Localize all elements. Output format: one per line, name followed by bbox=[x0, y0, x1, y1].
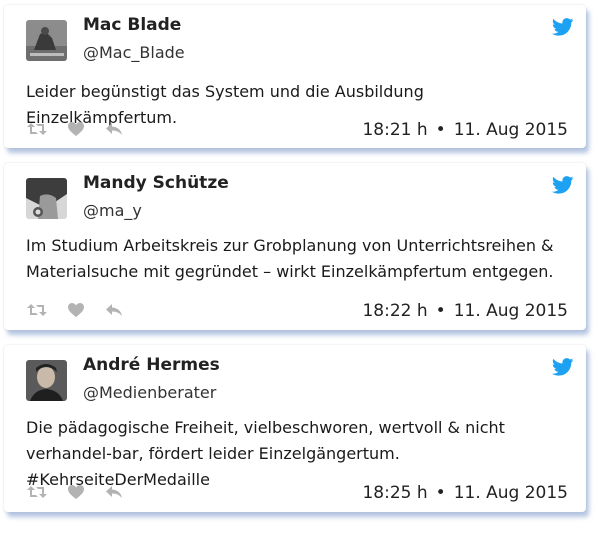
avatar[interactable] bbox=[26, 20, 67, 61]
user-handle[interactable]: @Medienberater bbox=[83, 383, 216, 402]
tweet-date[interactable]: 11. Aug 2015 bbox=[454, 301, 568, 321]
like-heart-icon[interactable] bbox=[67, 121, 85, 141]
tweet-timestamp[interactable]: 18:22 h • 11. Aug 2015 bbox=[362, 301, 568, 321]
reply-icon[interactable] bbox=[104, 484, 124, 504]
separator: • bbox=[435, 301, 446, 321]
tweet-time[interactable]: 18:25 h bbox=[362, 483, 427, 503]
user-name[interactable]: Mandy Schütze bbox=[83, 173, 229, 193]
tweet-time[interactable]: 18:22 h bbox=[362, 301, 427, 321]
tweet-timestamp[interactable]: 18:25 h • 11. Aug 2015 bbox=[362, 483, 568, 503]
tweet-card: Mandy Schütze @ma_y Im Studium Arbeitskr… bbox=[4, 163, 586, 330]
twitter-bird-icon[interactable] bbox=[551, 176, 574, 198]
twitter-bird-icon[interactable] bbox=[551, 358, 574, 380]
tweet-card: André Hermes @Medienberater Die pädagogi… bbox=[4, 345, 586, 512]
retweet-icon[interactable] bbox=[26, 121, 48, 141]
user-name[interactable]: Mac Blade bbox=[83, 15, 181, 35]
user-name[interactable]: André Hermes bbox=[83, 355, 220, 375]
like-heart-icon[interactable] bbox=[67, 302, 85, 322]
retweet-icon[interactable] bbox=[26, 484, 48, 504]
separator: • bbox=[435, 120, 446, 140]
like-heart-icon[interactable] bbox=[67, 484, 85, 504]
user-handle[interactable]: @Mac_Blade bbox=[83, 43, 185, 62]
tweet-time[interactable]: 18:21 h bbox=[362, 120, 427, 140]
avatar[interactable] bbox=[26, 360, 67, 401]
tweet-actions bbox=[26, 120, 138, 141]
tweet-date[interactable]: 11. Aug 2015 bbox=[454, 483, 568, 503]
retweet-icon[interactable] bbox=[26, 302, 48, 322]
avatar[interactable] bbox=[26, 178, 67, 219]
tweet-timestamp[interactable]: 18:21 h • 11. Aug 2015 bbox=[362, 120, 568, 140]
tweet-actions bbox=[26, 483, 138, 504]
reply-icon[interactable] bbox=[104, 121, 124, 141]
tweet-text: Die pädagogische Freiheit, vielbeschwore… bbox=[26, 418, 505, 489]
tweet-text: Im Studium Arbeitskreis zur Grobplanung … bbox=[26, 236, 554, 281]
separator: • bbox=[435, 483, 446, 503]
user-handle[interactable]: @ma_y bbox=[83, 201, 142, 220]
twitter-bird-icon[interactable] bbox=[551, 18, 574, 40]
tweet-date[interactable]: 11. Aug 2015 bbox=[454, 120, 568, 140]
reply-icon[interactable] bbox=[104, 302, 124, 322]
tweet-actions bbox=[26, 301, 138, 322]
tweet-card: Mac Blade @Mac_Blade Leider begünstigt d… bbox=[4, 5, 586, 148]
